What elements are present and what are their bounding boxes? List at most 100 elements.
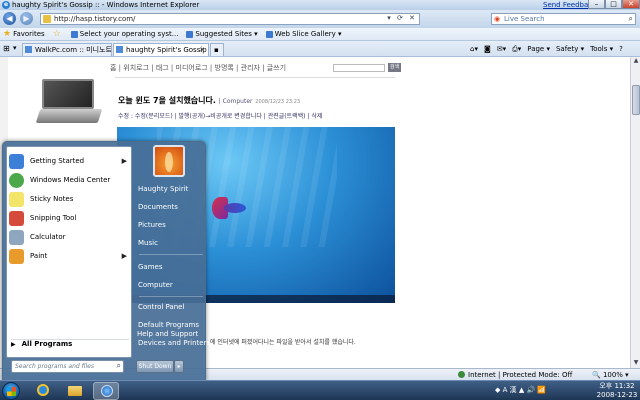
- shutdown-button[interactable]: Shut Down: [136, 360, 174, 373]
- getting-started-icon: [9, 153, 24, 169]
- calculator-icon: [9, 229, 24, 245]
- start-menu: Getting Started ▶ Windows Media Center S…: [2, 141, 210, 381]
- search-icon: ⌕: [116, 361, 121, 370]
- start-item-label: Paint: [30, 252, 48, 260]
- search-icon[interactable]: ⌕: [629, 14, 633, 24]
- start-item-paint[interactable]: Paint ▶: [9, 247, 129, 265]
- post-category[interactable]: | Computer: [219, 98, 253, 105]
- tab-close-icon[interactable]: ✕: [199, 44, 205, 56]
- blog-search-button[interactable]: 검색: [388, 63, 401, 72]
- favorites-label: Favorites: [13, 30, 45, 38]
- security-zone-text: Internet | Protected Mode: Off: [468, 371, 573, 379]
- submenu-arrow-icon: ▶: [121, 252, 127, 260]
- safety-menu[interactable]: Safety ▾: [556, 45, 584, 53]
- submenu-arrow-icon: ▶: [121, 157, 127, 165]
- forward-button[interactable]: ▶: [20, 12, 33, 25]
- scroll-up-icon[interactable]: ▲: [631, 57, 640, 66]
- taskbar-ie-active[interactable]: [93, 382, 119, 400]
- internet-explorer-icon: [101, 385, 113, 397]
- minimize-button[interactable]: –: [588, 0, 605, 9]
- print-icon[interactable]: ⎙▾: [512, 45, 521, 54]
- start-right-pictures[interactable]: Pictures: [138, 218, 204, 233]
- back-button[interactable]: ◀: [3, 12, 16, 25]
- security-zone[interactable]: Internet | Protected Mode: Off: [458, 371, 572, 379]
- post-body-text: 에 인터넷에 퍼졌어다니는 파일을 받아서 설치를 했습니다.: [210, 339, 356, 346]
- internet-explorer-icon: [37, 384, 49, 396]
- start-item-label: Windows Media Center: [30, 176, 111, 184]
- start-item-calculator[interactable]: Calculator: [9, 228, 129, 246]
- start-right-music[interactable]: Music: [138, 236, 204, 251]
- feeds-icon[interactable]: ◙: [484, 45, 491, 53]
- favorite-link-label: Suggested Sites ▾: [195, 30, 258, 38]
- url-actions[interactable]: ▾ ⟳ ✕: [387, 14, 417, 22]
- mail-icon[interactable]: ✉▾: [497, 45, 506, 53]
- start-item-label: Calculator: [30, 233, 66, 241]
- start-item-getting-started[interactable]: Getting Started ▶: [9, 152, 129, 170]
- tab-label: WalkPc.com :: 미니노트북,...: [35, 46, 112, 54]
- all-programs-arrow-icon: ▶: [11, 341, 16, 348]
- post-title[interactable]: 오늘 윈도 7을 설치했습니다. | Computer 2008/12/23 2…: [118, 95, 300, 106]
- laptop-image: [35, 79, 103, 125]
- start-search-placeholder: Search programs and files: [15, 363, 94, 370]
- tools-menu[interactable]: Tools ▾: [590, 45, 613, 53]
- start-item-media-center[interactable]: Windows Media Center: [9, 171, 129, 189]
- live-search-input[interactable]: ◉ Live Search ⌕: [491, 13, 636, 25]
- post-meta-links[interactable]: 수정 : 수정(분리모드) | 발행(공개)→비공개로 변경합니다 | 관련글(…: [118, 111, 322, 120]
- add-favorite-button[interactable]: ☆: [53, 29, 63, 39]
- start-right-documents[interactable]: Documents: [138, 200, 204, 215]
- start-search-input[interactable]: Search programs and files ⌕: [11, 360, 124, 373]
- favorite-link-webslice[interactable]: Web Slice Gallery ▾: [265, 30, 342, 38]
- url-input[interactable]: http://hasp.tistory.com/ ▾ ⟳ ✕: [40, 13, 420, 25]
- folder-icon: [68, 386, 82, 396]
- start-item-sticky-notes[interactable]: Sticky Notes: [9, 190, 129, 208]
- tab-gossip[interactable]: haughty Spirit's Gossip :: ✕: [113, 43, 209, 56]
- search-placeholder: Live Search: [504, 15, 545, 23]
- favorite-link-label: Select your operating syst...: [79, 30, 179, 38]
- blog-navigation[interactable]: 홈 | 위치로그 | 태그 | 미디어로그 | 방명록 | 관리자 | 글쓰기: [110, 63, 286, 73]
- scroll-thumb[interactable]: [632, 85, 640, 115]
- home-icon[interactable]: ⌂▾: [470, 45, 478, 53]
- favorite-link-os[interactable]: Select your operating syst...: [70, 30, 179, 38]
- start-right-computer[interactable]: Computer: [138, 278, 204, 293]
- start-right-control-panel[interactable]: Control Panel: [138, 300, 204, 315]
- add-favorite-icon: ☆: [52, 29, 61, 39]
- all-programs-button[interactable]: ▶ All Programs: [11, 340, 72, 348]
- blog-search-input[interactable]: [333, 64, 385, 72]
- system-tray[interactable]: ◆ A 漢 ▲ 🔊 📶: [495, 385, 546, 395]
- start-right-separator: [139, 254, 203, 255]
- start-item-snipping-tool[interactable]: Snipping Tool: [9, 209, 129, 227]
- zoom-level[interactable]: 🔍 100% ▾: [592, 371, 629, 379]
- quick-tabs-icon[interactable]: ⊞: [3, 44, 10, 53]
- maximize-button[interactable]: □: [605, 0, 622, 9]
- scroll-down-icon[interactable]: ▼: [631, 359, 640, 368]
- new-tab-button[interactable]: ▪: [210, 43, 224, 56]
- start-right-games[interactable]: Games: [138, 260, 204, 275]
- taskbar-clock[interactable]: 오후 11:32 2008-12-23: [596, 382, 638, 400]
- window-title: haughty Spirit's Gossip :: - Windows Int…: [12, 1, 200, 9]
- tab-list-icon[interactable]: ▾: [13, 44, 17, 52]
- start-item-label: Sticky Notes: [30, 195, 74, 203]
- vertical-scrollbar[interactable]: ▲ ▼: [630, 57, 640, 368]
- betta-fish-image: [212, 197, 252, 219]
- favorite-link-label: Web Slice Gallery ▾: [274, 30, 342, 38]
- tab-walkpc[interactable]: WalkPc.com :: 미니노트북,...: [22, 43, 112, 56]
- user-avatar: [153, 145, 185, 177]
- page-menu[interactable]: Page ▾: [527, 45, 550, 53]
- taskbar: ◆ A 漢 ▲ 🔊 📶 오후 11:32 2008-12-23: [0, 380, 640, 400]
- close-button[interactable]: ✕: [622, 0, 640, 9]
- help-icon[interactable]: ?: [619, 45, 623, 53]
- favorite-link-suggested[interactable]: Suggested Sites ▾: [186, 30, 258, 38]
- taskbar-ie-pinned[interactable]: [30, 382, 56, 400]
- start-right-user[interactable]: Haughty Spirit: [138, 182, 204, 197]
- site-favicon-icon: [43, 15, 51, 23]
- favorites-button[interactable]: ★ Favorites: [3, 29, 45, 39]
- taskbar-explorer[interactable]: [62, 382, 88, 400]
- start-button[interactable]: [2, 382, 20, 400]
- start-right-help-support[interactable]: Help and Support: [137, 327, 203, 342]
- all-programs-label: All Programs: [21, 340, 73, 348]
- post-title-text: 오늘 윈도 7을 설치했습니다.: [118, 96, 216, 105]
- clock-time: 오후 11:32: [599, 382, 635, 390]
- shutdown-options-button[interactable]: ▸: [174, 360, 184, 373]
- tab-label: haughty Spirit's Gossip ::: [126, 46, 209, 54]
- command-bar: ⌂▾ ◙ ✉▾ ⎙▾ Page ▾ Safety ▾ Tools ▾ ?: [470, 44, 640, 54]
